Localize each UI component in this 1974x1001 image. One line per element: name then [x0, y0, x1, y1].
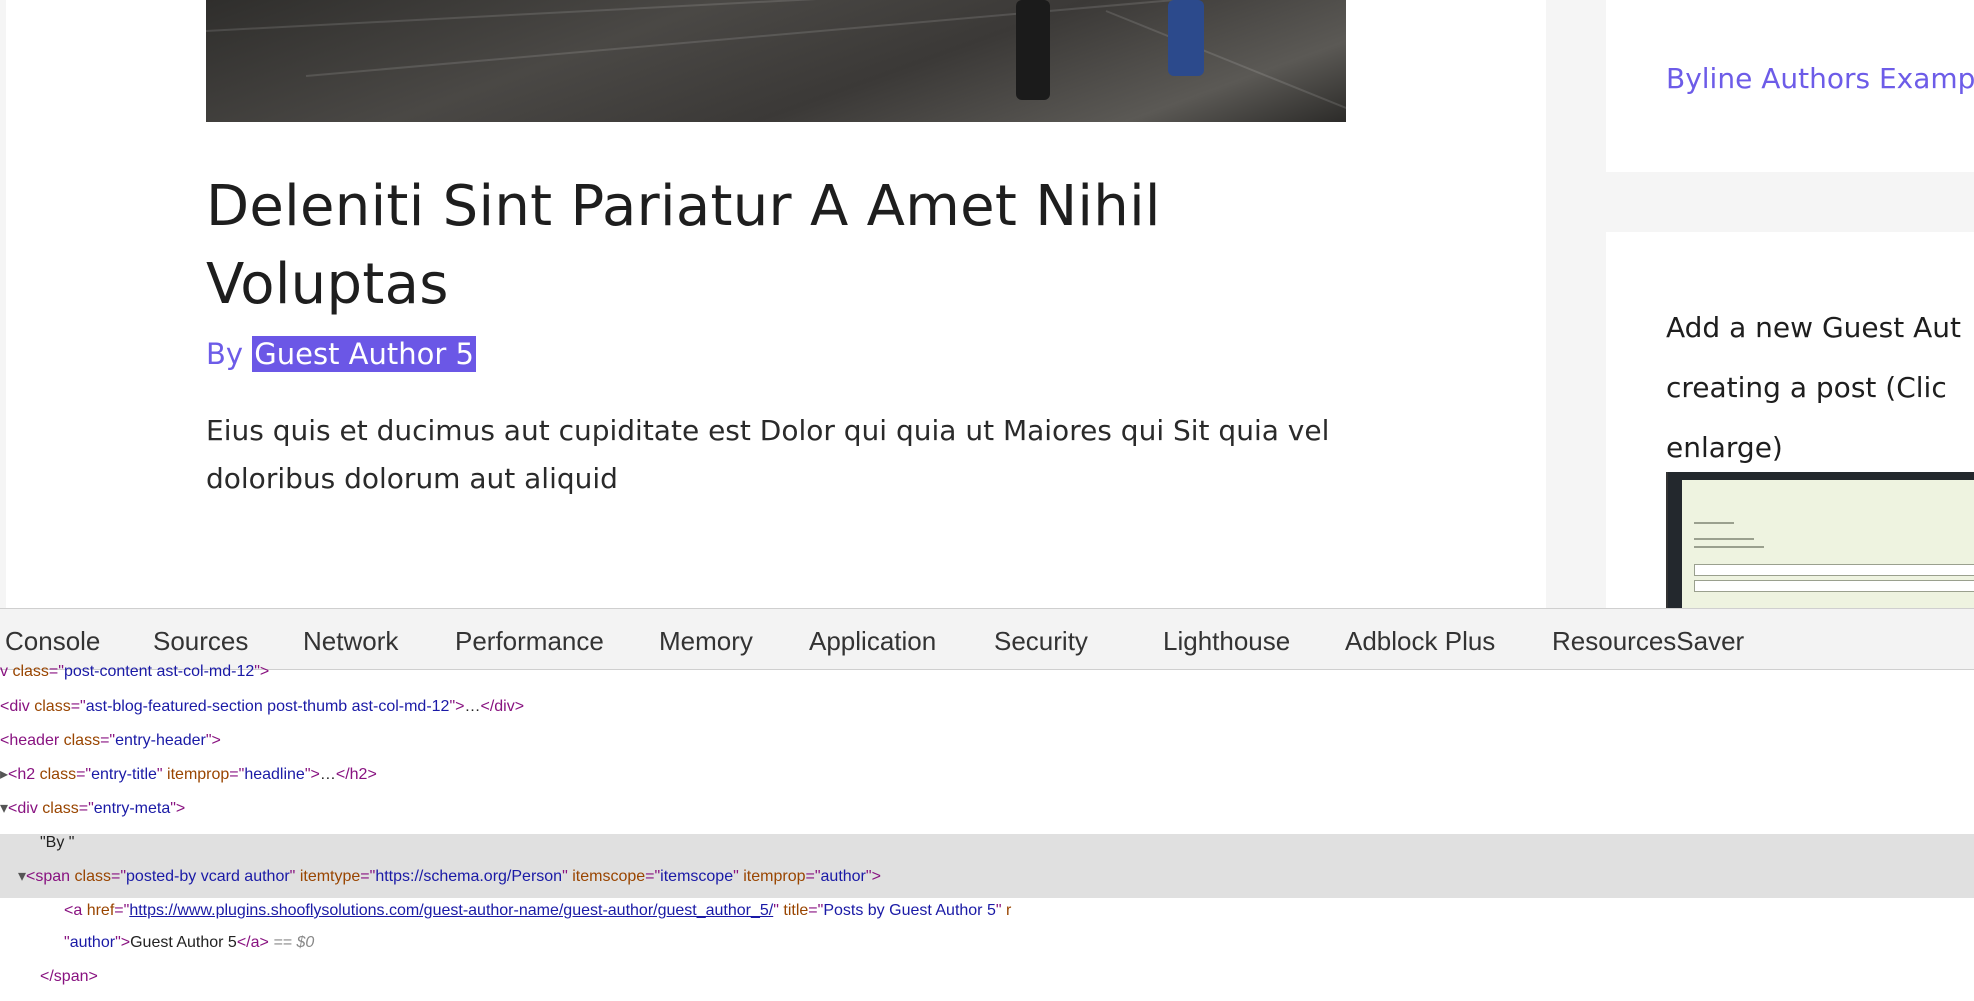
dom-attr-name: itemscope	[572, 868, 646, 885]
post-byline: By Guest Author 5	[206, 336, 476, 372]
main-content-column: Deleniti Sint Pariatur A Amet Nihil Volu…	[6, 0, 1546, 608]
dom-attr-value: entry-meta	[93, 800, 171, 817]
dom-tag: h2	[17, 766, 36, 783]
dom-attr-name: title	[783, 902, 809, 919]
sidebar-widget: Add a new Guest Aut creating a post (Cli…	[1606, 232, 1974, 608]
dom-node-row-selected[interactable]: <a href="https://www.plugins.shooflysolu…	[64, 894, 1011, 928]
collapse-triangle-icon[interactable]: ▾	[18, 868, 26, 885]
dom-attr-name: class	[42, 800, 79, 817]
rock-ridge	[305, 0, 1203, 77]
post-excerpt: Eius quis et ducimus aut cupiditate est …	[206, 414, 1330, 495]
dom-tag: <header	[0, 732, 60, 749]
dom-node-row[interactable]: v class="post-content ast-col-md-12">	[0, 655, 269, 689]
thumbnail-line	[1694, 538, 1754, 540]
dom-node-row[interactable]: ▸<h2 class="entry-title" itemprop="headl…	[0, 758, 377, 792]
rope-line	[1105, 10, 1346, 122]
tab-adblock-plus[interactable]: Adblock Plus	[1345, 609, 1495, 669]
dom-node-row[interactable]: <header class="entry-header">	[0, 724, 221, 758]
dom-attr-name: class	[74, 868, 111, 885]
tab-performance[interactable]: Performance	[455, 609, 604, 669]
dom-attr-value: https://schema.org/Person	[375, 868, 563, 885]
dom-text: "By "	[40, 834, 75, 851]
thumbnail-line	[1694, 546, 1764, 548]
sidebar-link[interactable]: Byline Authors Examp	[1666, 62, 1974, 95]
dom-attr-value: author	[820, 868, 866, 885]
dom-attr-name: itemprop	[743, 868, 806, 885]
dom-node-row[interactable]: ▾<div class="entry-meta">	[0, 792, 185, 826]
dom-close-tag: </a>	[236, 934, 269, 951]
thumbnail-admin-menu	[1668, 480, 1682, 608]
dom-attr-name: class	[12, 663, 49, 680]
thumbnail-field	[1694, 564, 1974, 576]
dom-attr-value: author	[69, 934, 116, 951]
dom-href-link[interactable]: https://www.plugins.shooflysolutions.com…	[129, 902, 773, 919]
dom-attr-value: posted-by vcard author	[126, 868, 290, 885]
byline-prefix: By	[206, 337, 253, 371]
dom-tag: span	[35, 868, 71, 885]
collapse-triangle-icon[interactable]: ▾	[0, 800, 8, 817]
hiker-figure	[1168, 0, 1204, 76]
featured-image[interactable]	[206, 0, 1346, 122]
dom-eq-marker: ==	[273, 934, 297, 951]
dom-attr-name: class	[63, 732, 101, 749]
dom-node-row[interactable]: ▾<span class="posted-by vcard author" it…	[18, 860, 881, 894]
tab-resourcessaver[interactable]: ResourcesSaver	[1552, 609, 1744, 669]
tab-security[interactable]: Security	[994, 609, 1088, 669]
webpage-viewport: Deleniti Sint Pariatur A Amet Nihil Volu…	[0, 0, 1974, 608]
rock-ridge	[206, 0, 906, 32]
tab-network[interactable]: Network	[303, 609, 398, 669]
dom-attr-value: post-content ast-col-md-12	[63, 663, 255, 680]
dom-attr-name: itemprop	[167, 766, 230, 783]
sidebar-text-line: creating a post (Clic	[1666, 371, 1947, 404]
dom-attr-value: Posts by Guest Author 5	[823, 902, 996, 919]
dom-node-row[interactable]: <div class="ast-blog-featured-section po…	[0, 690, 524, 724]
dom-text: Guest Author 5	[130, 934, 237, 951]
tab-application[interactable]: Application	[809, 609, 936, 669]
thumbnail-line	[1694, 522, 1734, 524]
dom-attr-value: ast-blog-featured-section post-thumb ast…	[85, 698, 450, 715]
expand-triangle-icon[interactable]: ▸	[0, 766, 8, 783]
dom-attr-name: href	[86, 902, 115, 919]
selected-node-ref: $0	[296, 934, 315, 951]
screenshot-thumbnail[interactable]	[1666, 472, 1974, 608]
dom-tag: <div	[0, 698, 30, 715]
dom-tag: div	[17, 800, 38, 817]
dom-attr-value: entry-title	[91, 766, 157, 783]
devtools-tab-bar: Console Sources Network Performance Memo…	[0, 609, 1974, 670]
dom-close-tag: </h2>	[335, 766, 377, 783]
sidebar-widget: Byline Authors Examp	[1606, 0, 1974, 172]
hiker-figure	[1016, 0, 1050, 100]
sidebar-text-line: Add a new Guest Aut	[1666, 311, 1961, 344]
dom-text-node[interactable]: "By "	[40, 826, 74, 860]
tab-memory[interactable]: Memory	[659, 609, 753, 669]
dom-attr-fragment: r	[1006, 902, 1012, 919]
sidebar-text: Add a new Guest Aut creating a post (Cli…	[1666, 298, 1974, 478]
dom-attr-name: itemtype	[299, 868, 361, 885]
dom-attr-value: entry-header	[115, 732, 206, 749]
post-title[interactable]: Deleniti Sint Pariatur A Amet Nihil Volu…	[206, 168, 1366, 324]
dom-tag: a	[73, 902, 83, 919]
dom-close-tag: </div>	[480, 698, 525, 715]
dom-node-row[interactable]: </span>	[40, 960, 98, 994]
dom-attr-value: itemscope	[660, 868, 734, 885]
author-link[interactable]: Guest Author 5	[252, 336, 476, 372]
dom-close-tag: </span>	[40, 968, 98, 985]
dom-tag-fragment: v	[0, 663, 13, 680]
dom-node-row-selected-cont[interactable]: "author">Guest Author 5</a> == $0	[64, 926, 314, 960]
dom-attr-name: class	[34, 698, 71, 715]
dom-attr-name: class	[39, 766, 77, 783]
thumbnail-field	[1694, 580, 1974, 592]
tab-lighthouse[interactable]: Lighthouse	[1163, 609, 1290, 669]
thumbnail-admin-bar	[1668, 472, 1974, 480]
sidebar-text-line: enlarge)	[1666, 431, 1783, 464]
dom-attr-value: headline	[244, 766, 305, 783]
